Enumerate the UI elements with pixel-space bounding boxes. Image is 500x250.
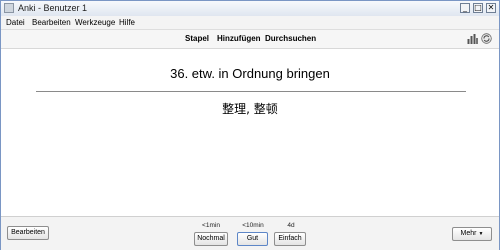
menu-bearbeiten[interactable]: Bearbeiten (32, 17, 71, 28)
stats-icon[interactable] (467, 34, 478, 44)
anki-window: Anki - Benutzer 1 _ □ ✕ Datei Bearbeiten… (0, 0, 500, 250)
card-view: 36. etw. in Ordnung bringen 整理, 整顿 (1, 49, 499, 216)
answer-divider (36, 91, 466, 92)
minimize-button[interactable]: _ (460, 3, 470, 13)
menu-hilfe[interactable]: Hilfe (119, 17, 135, 28)
menu-werkzeuge[interactable]: Werkzeuge (75, 17, 115, 28)
decks-link[interactable]: Stapel (185, 34, 209, 44)
easy-button[interactable]: Einfach (274, 232, 306, 246)
anki-app-icon (4, 3, 14, 13)
answer-bar: Bearbeiten <1min <10min 4d Nochmal Gut E… (1, 216, 499, 250)
window-title: Anki - Benutzer 1 (18, 3, 88, 13)
more-button[interactable]: Mehr ▼ (452, 227, 492, 241)
interval-easy: 4d (287, 222, 295, 229)
edit-card-button[interactable]: Bearbeiten (7, 226, 49, 240)
close-button[interactable]: ✕ (486, 3, 496, 13)
chevron-down-icon: ▼ (478, 231, 484, 237)
sync-icon[interactable] (481, 33, 492, 44)
card-answer: 整理, 整顿 (222, 102, 278, 116)
card-question: 36. etw. in Ordnung bringen (170, 66, 330, 81)
more-button-label: Mehr (460, 230, 477, 237)
again-button[interactable]: Nochmal (194, 232, 228, 246)
good-button[interactable]: Gut (237, 232, 268, 246)
interval-again: <1min (202, 222, 220, 229)
browse-link[interactable]: Durchsuchen (265, 34, 316, 44)
interval-good: <10min (242, 222, 264, 229)
menu-datei[interactable]: Datei (6, 17, 25, 28)
maximize-button[interactable]: □ (473, 3, 483, 13)
title-bar[interactable]: Anki - Benutzer 1 _ □ ✕ (1, 1, 499, 17)
add-link[interactable]: Hinzufügen (217, 34, 261, 44)
top-toolbar: Stapel Hinzufügen Durchsuchen (1, 30, 499, 49)
menu-bar: Datei Bearbeiten Werkzeuge Hilfe (1, 16, 499, 30)
